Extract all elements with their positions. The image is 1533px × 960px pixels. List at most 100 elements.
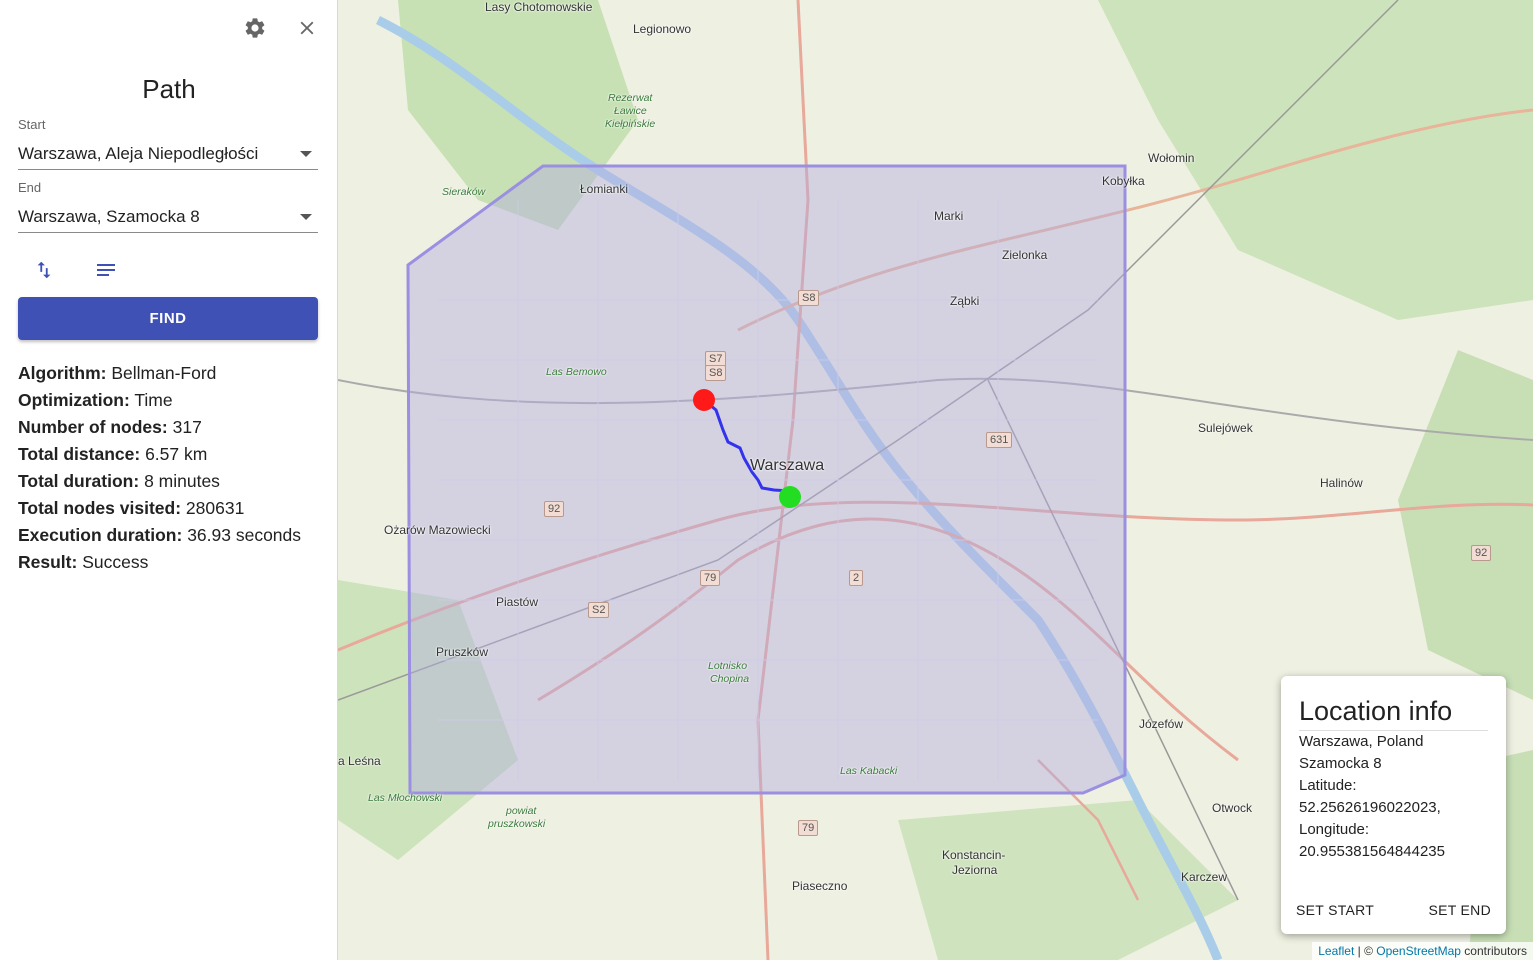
location-info-line: 52.25626196022023,	[1299, 799, 1441, 816]
location-info-title: Location info	[1299, 696, 1453, 726]
attribution-separator: | ©	[1354, 944, 1377, 958]
start-value: Warszawa, Aleja Niepodległości	[18, 143, 259, 163]
map-attribution: Leaflet | © OpenStreetMap contributors	[1312, 942, 1533, 960]
location-actions: SET START SET END	[1281, 902, 1506, 918]
path-stats: Algorithm: Bellman-Ford Optimization: Tim…	[18, 360, 301, 576]
stat-value: 8 minutes	[144, 471, 220, 491]
set-start-button[interactable]: SET START	[1296, 902, 1374, 918]
path-sidebar: Path Start Warszawa, Aleja Niepodległośc…	[0, 0, 338, 960]
road-shield: 92	[1471, 545, 1492, 561]
map-label: Otwock	[1212, 801, 1253, 815]
location-info-line: Longitude:	[1299, 821, 1370, 838]
map-label: Zielonka	[1002, 248, 1048, 262]
stat-row: Execution duration: 36.93 seconds	[18, 522, 301, 549]
map-label: Łomianki	[580, 182, 629, 196]
notes-icon	[97, 264, 115, 276]
location-info-line: 20.955381564844235	[1299, 843, 1445, 860]
stat-row: Optimization: Time	[18, 387, 301, 414]
osm-link[interactable]: OpenStreetMap	[1376, 944, 1461, 958]
leaflet-link[interactable]: Leaflet	[1318, 944, 1354, 958]
map-label: Józefów	[1139, 717, 1184, 731]
details-button[interactable]	[88, 256, 124, 284]
end-value: Warszawa, Szamocka 8	[18, 206, 200, 226]
start-select[interactable]: Warszawa, Aleja Niepodległości	[18, 138, 318, 170]
road-shield: S8	[705, 365, 727, 381]
stat-key: Result:	[18, 552, 78, 572]
swap-vert-icon	[37, 261, 51, 279]
start-marker	[693, 389, 715, 411]
end-label: End	[18, 180, 42, 195]
swap-button[interactable]	[26, 256, 62, 284]
map-label: Pruszków	[436, 645, 489, 659]
close-button[interactable]	[291, 14, 323, 42]
end-marker	[779, 486, 801, 508]
stat-row: Total duration: 8 minutes	[18, 468, 301, 495]
stat-value: Bellman-Ford	[111, 363, 217, 383]
gear-icon	[245, 18, 265, 38]
stat-key: Total distance:	[18, 444, 141, 464]
stat-row: Number of nodes: 317	[18, 414, 301, 441]
map-label: Rezerwat	[608, 92, 653, 104]
stat-row: Total nodes visited: 280631	[18, 495, 301, 522]
map-label: Wołomin	[1148, 151, 1195, 165]
tool-row	[26, 256, 124, 284]
map-label: Las Bemowo	[546, 366, 607, 378]
road-shield: 79	[798, 820, 819, 836]
location-info-panel: Location info Warszawa, Poland Szamocka 8…	[1281, 676, 1506, 934]
map-label: Halinów	[1320, 476, 1363, 490]
stat-key: Algorithm:	[18, 363, 107, 383]
stat-row: Total distance: 6.57 km	[18, 441, 301, 468]
map-label: Piaseczno	[792, 879, 848, 893]
map-label: powiat	[506, 805, 537, 817]
set-end-button[interactable]: SET END	[1428, 902, 1491, 918]
map-label: pruszkowski	[488, 818, 546, 830]
sidebar-top-icons	[239, 14, 323, 42]
stat-row: Result: Success	[18, 549, 301, 576]
panel-title: Path	[142, 74, 196, 104]
stat-value: 317	[172, 417, 202, 437]
map-label: Karczew	[1181, 870, 1228, 884]
end-field: End Warszawa, Szamocka 8	[18, 180, 318, 233]
stat-key: Total duration:	[18, 471, 140, 491]
stat-key: Optimization:	[18, 390, 130, 410]
close-icon	[300, 21, 314, 35]
map-label: Sulejówek	[1198, 421, 1253, 435]
map-label: Konstancin-	[942, 848, 1006, 862]
map-label: Sieraków	[442, 186, 486, 198]
map-label: Lotnisko	[708, 660, 748, 672]
road-shield: 79	[700, 570, 721, 586]
attribution-contributors: contributors	[1460, 944, 1527, 958]
map-label: Ząbki	[950, 294, 980, 308]
map-label: a Leśna	[338, 754, 381, 768]
map-label: Piastów	[496, 595, 539, 609]
map-label: Ożarów Mazowiecki	[384, 523, 491, 537]
map-label: Marki	[934, 209, 964, 223]
chevron-down-icon	[300, 150, 312, 157]
map-label: Kobyłka	[1102, 174, 1145, 188]
map-label: Jeziorna	[952, 863, 998, 877]
map-label: Warszawa	[750, 457, 825, 474]
stat-key: Total nodes visited:	[18, 498, 182, 518]
chevron-down-icon	[300, 213, 312, 220]
map-label: Las Kabacki	[840, 765, 898, 777]
find-button[interactable]: FIND	[18, 297, 318, 340]
stat-row: Algorithm: Bellman-Ford	[18, 360, 301, 387]
map-label: Las Młochowski	[368, 792, 443, 804]
road-shield: S2	[588, 602, 610, 618]
stat-value: 36.93 seconds	[187, 525, 302, 545]
stat-value: 280631	[185, 498, 245, 518]
map-label: Ławice	[614, 105, 647, 117]
settings-button[interactable]	[239, 14, 271, 42]
road-shield: 631	[986, 432, 1013, 448]
map-label: Lasy Chotomowskie	[485, 0, 593, 14]
stat-value: Success	[82, 552, 149, 572]
road-shield: 2	[849, 570, 864, 586]
end-select[interactable]: Warszawa, Szamocka 8	[18, 201, 318, 233]
location-info-line: Latitude:	[1299, 777, 1357, 794]
stat-value: 6.57 km	[145, 444, 208, 464]
location-info-line: Warszawa, Poland	[1299, 733, 1424, 750]
road-shield: 92	[544, 501, 565, 517]
start-field: Start Warszawa, Aleja Niepodległości	[18, 117, 318, 170]
stat-key: Execution duration:	[18, 525, 183, 545]
start-label: Start	[18, 117, 46, 132]
